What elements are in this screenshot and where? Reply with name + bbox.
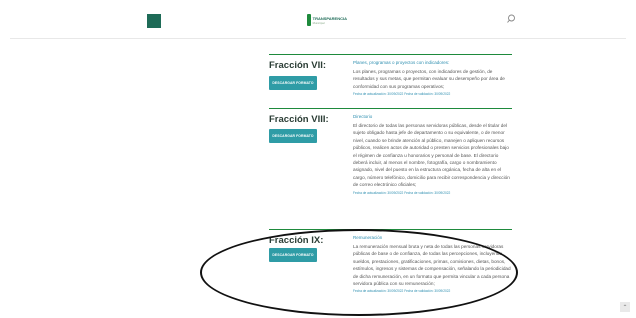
menu-button[interactable] [147, 14, 161, 28]
fraccion-row: Fracción VIII: DESCARGAR FORMATO Directo… [269, 114, 512, 222]
site-logo[interactable]: TRANSPARENCIA Municipal [307, 12, 347, 28]
fraccion-title: Fracción VIII: [269, 114, 329, 125]
search-icon[interactable] [505, 13, 517, 25]
description-body: El directorio de todas las personas serv… [353, 123, 510, 188]
logo-subtitle: Municipal [312, 20, 325, 25]
description-heading: Planes, programas o proyectos con indica… [353, 60, 450, 65]
fraccion-description: Directorio El directorio de todas las pe… [353, 114, 513, 195]
header-divider [10, 38, 626, 39]
update-dates: Fecha de actualización: 30/09/2022 Fecha… [353, 190, 451, 195]
row-divider [269, 54, 512, 55]
scroll-to-top-button[interactable]: ⌃ [620, 302, 630, 312]
fraccion-title: Fracción VII: [269, 60, 327, 71]
description-heading: Directorio [353, 114, 373, 119]
row-divider [269, 108, 512, 109]
description-body: Los planes, programas o proyectos, con i… [353, 69, 505, 89]
fraccion-row: Fracción VII: DESCARGAR FORMATO Planes, … [269, 60, 512, 106]
download-format-button[interactable]: DESCARGAR FORMATO [269, 76, 317, 90]
download-format-button[interactable]: DESCARGAR FORMATO [269, 129, 317, 143]
top-bar: TRANSPARENCIA Municipal [0, 0, 636, 40]
fraccion-description: Planes, programas o proyectos con indica… [353, 60, 513, 96]
update-dates: Fecha de actualización: 30/09/2022 Fecha… [353, 92, 451, 97]
highlight-oval [200, 229, 518, 316]
logo-mark-icon [307, 14, 311, 26]
